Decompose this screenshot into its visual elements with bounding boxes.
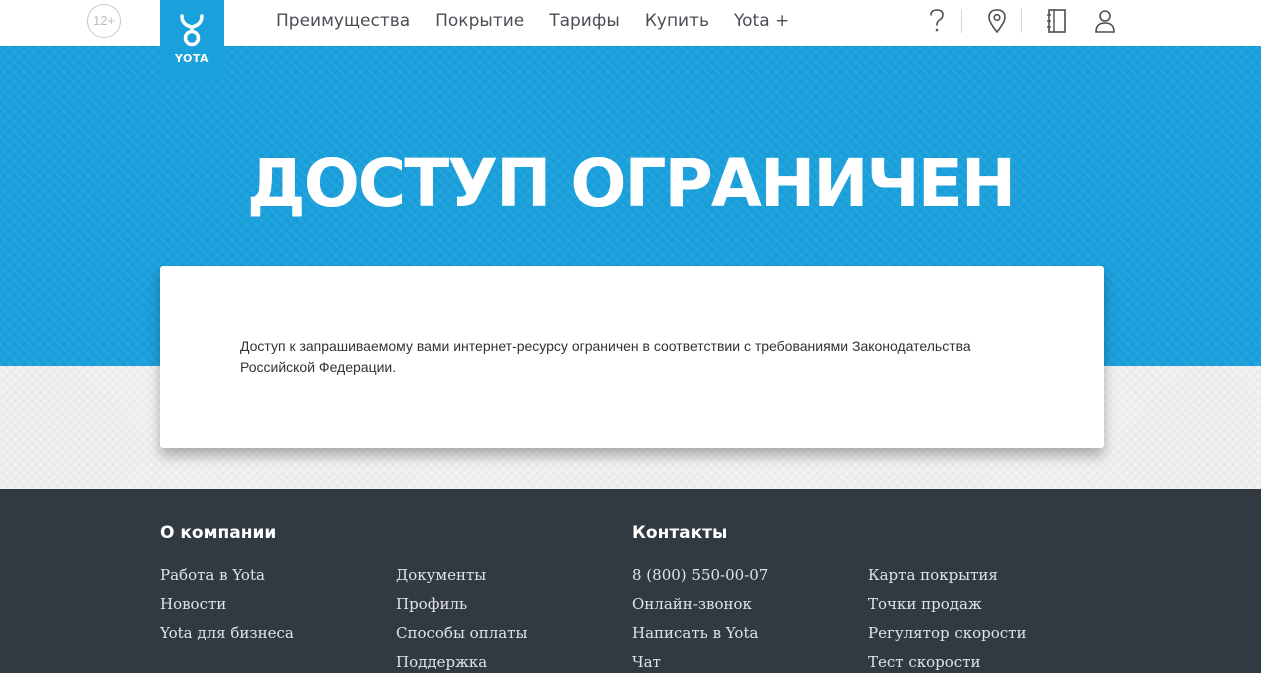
- profile-button[interactable]: [1092, 7, 1118, 35]
- footer-column-services: Карта покрытия Точки продаж Регулятор ск…: [868, 561, 1026, 673]
- help-button[interactable]: [924, 7, 950, 35]
- footer-column-contacts: 8 (800) 550-00-07 Онлайн-звонок Написать…: [632, 561, 768, 673]
- footer-link-support[interactable]: Поддержка: [396, 648, 527, 673]
- footer-link-chat[interactable]: Чат: [632, 648, 768, 673]
- site-header: 12+ YOTA Преимущества Покрытие Тарифы Ку…: [0, 0, 1261, 80]
- footer-link-documents[interactable]: Документы: [396, 561, 527, 590]
- footer-link-coverage-map[interactable]: Карта покрытия: [868, 561, 1026, 590]
- footer-link-speed-regulator[interactable]: Регулятор скорости: [868, 619, 1026, 648]
- page-title: ДОСТУП ОГРАНИЧЕН: [246, 145, 1016, 222]
- footer-link-payment[interactable]: Способы оплаты: [396, 619, 527, 648]
- location-pin-icon: [988, 9, 1006, 34]
- footer-link-sales-points[interactable]: Точки продаж: [868, 590, 1026, 619]
- footer-link-business[interactable]: Yota для бизнеса: [160, 619, 294, 648]
- notebook-icon: [1047, 9, 1066, 33]
- footer-link-careers[interactable]: Работа в Yota: [160, 561, 294, 590]
- footer-company-heading: О компании: [160, 523, 277, 543]
- footer-link-callback[interactable]: Онлайн-звонок: [632, 590, 768, 619]
- logo-text: YOTA: [174, 52, 210, 65]
- footer-link-phone[interactable]: 8 (800) 550-00-07: [632, 561, 768, 590]
- location-button[interactable]: [984, 7, 1010, 35]
- site-footer: О компании Контакты Работа в Yota Новост…: [0, 489, 1261, 673]
- footer-link-news[interactable]: Новости: [160, 590, 294, 619]
- age-rating-badge: 12+: [87, 4, 121, 38]
- user-icon: [1095, 10, 1115, 33]
- footer-link-profile[interactable]: Профиль: [396, 590, 527, 619]
- help-icon: [930, 9, 944, 32]
- yota-logo[interactable]: YOTA: [160, 0, 224, 80]
- nav-tariffs[interactable]: Тарифы: [549, 11, 620, 31]
- footer-contacts-heading: Контакты: [632, 523, 728, 543]
- notebook-button[interactable]: [1044, 7, 1070, 35]
- nav-yota-plus[interactable]: Yota +: [734, 11, 789, 31]
- yota-logo-icon: [180, 14, 204, 47]
- header-tools: [924, 6, 1140, 36]
- nav-coverage[interactable]: Покрытие: [435, 11, 524, 31]
- footer-link-speed-test[interactable]: Тест скорости: [868, 648, 1026, 673]
- footer-column-company: Работа в Yota Новости Yota для бизнеса: [160, 561, 294, 648]
- nav-advantages[interactable]: Преимущества: [276, 11, 410, 31]
- nav-buy[interactable]: Купить: [645, 11, 709, 31]
- main-nav: Преимущества Покрытие Тарифы Купить Yota…: [276, 0, 814, 42]
- footer-link-write[interactable]: Написать в Yota: [632, 619, 768, 648]
- tool-divider: [961, 9, 962, 33]
- tool-divider: [1021, 9, 1022, 33]
- notice-text: Доступ к запрашиваемому вами интернет-ре…: [240, 338, 971, 375]
- notice-card: Доступ к запрашиваемому вами интернет-ре…: [160, 266, 1104, 448]
- footer-column-docs: Документы Профиль Способы оплаты Поддерж…: [396, 561, 527, 673]
